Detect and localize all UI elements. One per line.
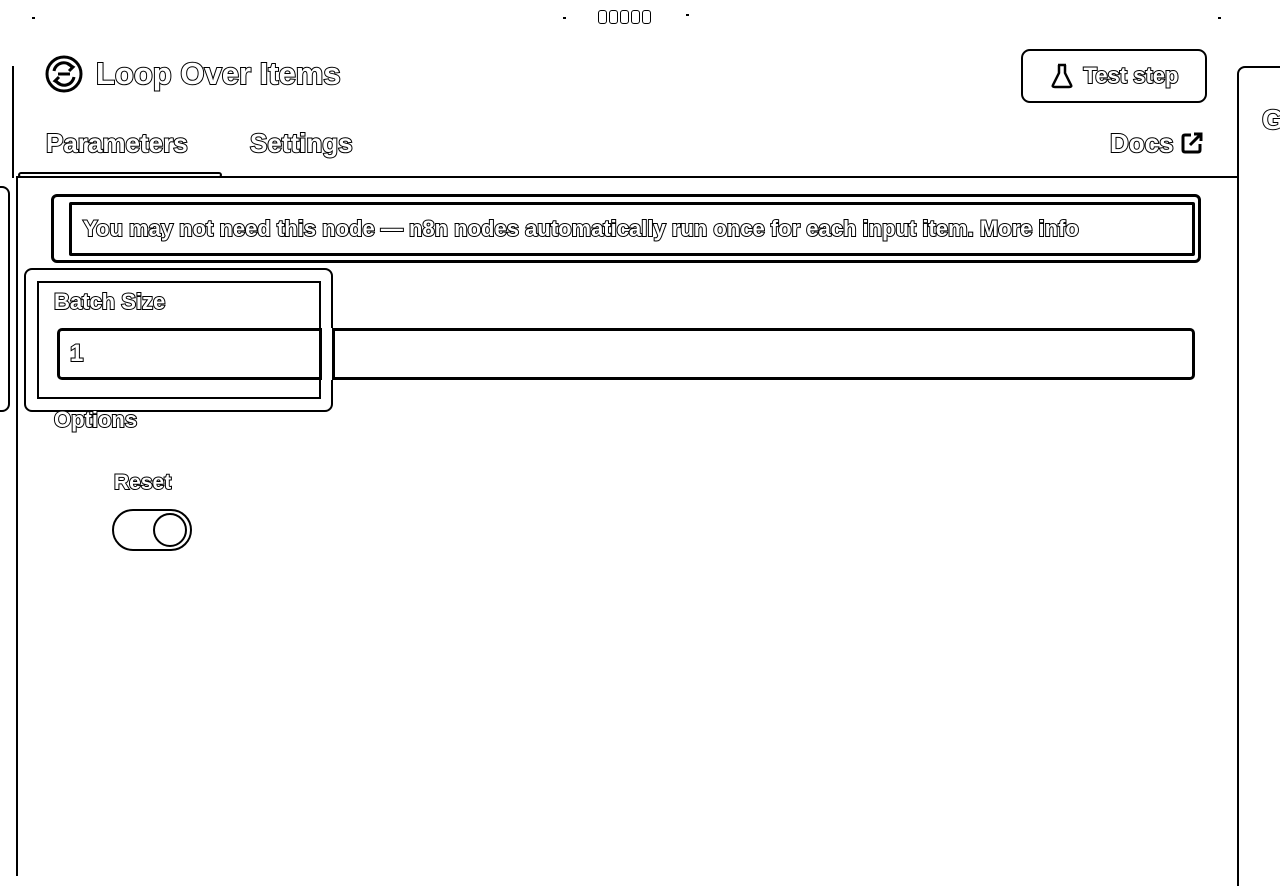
reset-label: Reset bbox=[113, 470, 172, 495]
node-title[interactable]: Loop Over Items bbox=[95, 55, 342, 92]
test-step-button[interactable]: Test step bbox=[1021, 49, 1207, 103]
notice-text: You may not need this node — n8n nodes a… bbox=[82, 215, 1080, 243]
tab-parameters[interactable]: Parameters bbox=[45, 127, 189, 159]
batch-size-label: Batch Size bbox=[53, 288, 166, 315]
divider-tick bbox=[686, 14, 689, 16]
docs-link[interactable]: Docs bbox=[1109, 127, 1204, 159]
drag-dot bbox=[598, 10, 607, 24]
panel-drag-handle[interactable] bbox=[598, 10, 651, 24]
drag-dot bbox=[620, 10, 629, 24]
output-panel bbox=[1237, 66, 1280, 886]
options-label: Options bbox=[53, 406, 138, 433]
loop-arrows-icon bbox=[45, 55, 83, 93]
reset-toggle[interactable] bbox=[112, 509, 192, 551]
more-info-link[interactable]: More info bbox=[979, 215, 1080, 242]
toggle-knob bbox=[153, 513, 187, 547]
divider-tick bbox=[32, 17, 35, 19]
input-divider bbox=[319, 328, 335, 380]
external-link-icon bbox=[1181, 132, 1203, 154]
test-step-label: Test step bbox=[1083, 63, 1180, 89]
drag-dot bbox=[631, 10, 640, 24]
drag-dot bbox=[609, 10, 618, 24]
drag-dot bbox=[642, 10, 651, 24]
docs-label: Docs bbox=[1109, 127, 1175, 159]
notice-message: You may not need this node — n8n nodes a… bbox=[82, 215, 975, 242]
flask-icon bbox=[1051, 63, 1073, 89]
divider-tick bbox=[1218, 17, 1221, 19]
divider-tick bbox=[563, 17, 566, 19]
active-tab-indicator bbox=[18, 172, 222, 178]
tab-settings[interactable]: Settings bbox=[249, 127, 354, 159]
output-panel-heading: G bbox=[1261, 103, 1280, 136]
input-panel-edge bbox=[0, 66, 14, 178]
input-panel-edge-card bbox=[0, 186, 10, 412]
batch-size-input[interactable] bbox=[57, 328, 1195, 380]
batch-size-value[interactable]: 1 bbox=[69, 339, 84, 369]
